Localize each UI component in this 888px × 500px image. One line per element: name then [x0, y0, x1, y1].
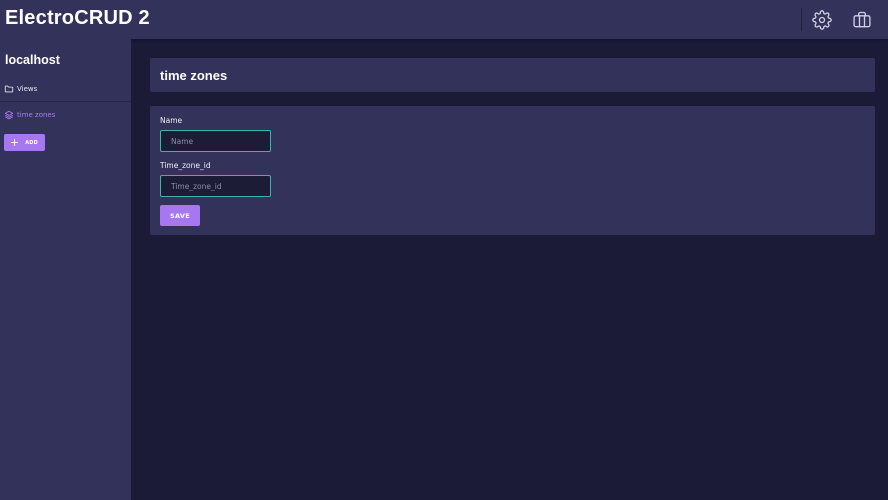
- page-header: time zones: [150, 58, 875, 92]
- time-zone-id-input[interactable]: [160, 175, 271, 197]
- sidebar: localhost Views time zones + ADD: [0, 39, 131, 500]
- briefcase-icon[interactable]: [852, 10, 872, 30]
- toolbar-divider: [801, 8, 802, 31]
- sidebar-divider: [0, 101, 131, 102]
- host-title: localhost: [5, 53, 60, 67]
- folder-icon: [4, 84, 14, 94]
- time-zone-id-label: Time_zone_id: [160, 161, 211, 170]
- sidebar-item-views[interactable]: Views: [4, 81, 37, 97]
- gear-icon[interactable]: [812, 10, 832, 30]
- save-button[interactable]: SAVE: [160, 205, 200, 226]
- layers-icon: [4, 110, 14, 120]
- top-bar: ElectroCRUD 2: [0, 0, 888, 39]
- sidebar-item-label: Views: [17, 85, 38, 93]
- page-title: time zones: [160, 68, 228, 83]
- name-input[interactable]: [160, 130, 271, 152]
- sidebar-item-label: time zones: [17, 111, 56, 119]
- app-title: ElectroCRUD 2: [5, 7, 150, 29]
- name-label: Name: [160, 116, 183, 125]
- plus-icon: +: [10, 136, 20, 149]
- add-button-label: ADD: [25, 139, 38, 146]
- sidebar-item-time-zones[interactable]: time zones: [4, 107, 55, 123]
- record-form: Name Time_zone_id SAVE: [150, 106, 875, 235]
- add-view-button[interactable]: + ADD: [4, 134, 45, 151]
